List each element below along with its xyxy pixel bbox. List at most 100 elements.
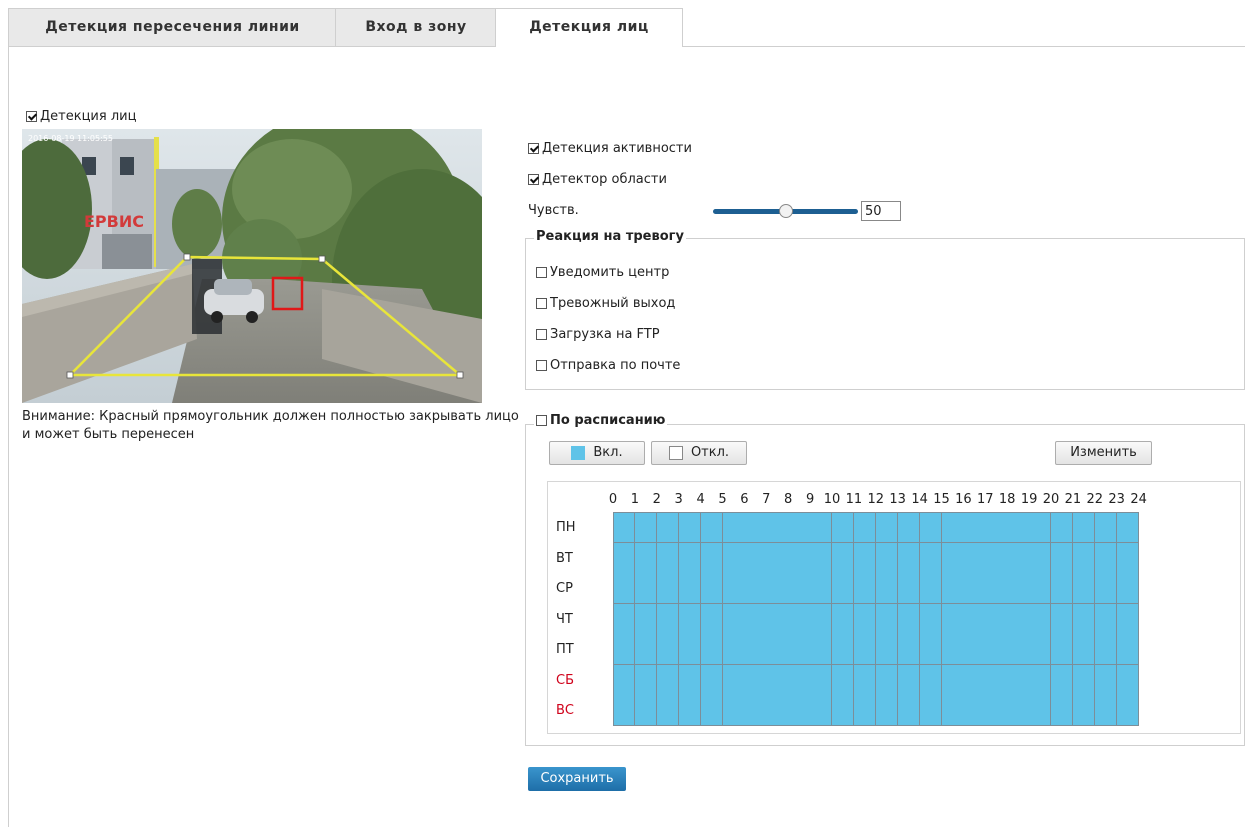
schedule-cell[interactable] <box>1029 542 1052 574</box>
schedule-cell[interactable] <box>941 634 964 665</box>
ftp-upload-checkbox[interactable] <box>536 329 547 340</box>
schedule-cell[interactable] <box>810 695 833 726</box>
alarm-output-checkbox[interactable] <box>536 298 547 309</box>
schedule-cell[interactable] <box>678 573 702 604</box>
schedule-cell[interactable] <box>722 603 745 635</box>
schedule-cell[interactable] <box>1116 695 1140 726</box>
schedule-cell[interactable] <box>1007 634 1030 665</box>
schedule-cell[interactable] <box>788 664 811 696</box>
schedule-cell[interactable] <box>963 512 986 543</box>
schedule-cell[interactable] <box>832 512 855 543</box>
camera-preview[interactable]: ЕРВИС 2016-08-19 11:05:55 <box>22 129 482 403</box>
schedule-checkbox[interactable] <box>536 415 547 426</box>
schedule-cell[interactable] <box>1116 512 1140 543</box>
alarm-output-option[interactable]: Тревожный выход <box>536 296 675 311</box>
schedule-cell[interactable] <box>1094 542 1118 574</box>
schedule-cell[interactable] <box>1007 512 1030 543</box>
schedule-cell[interactable] <box>656 512 680 543</box>
schedule-cell[interactable] <box>853 512 877 543</box>
schedule-cell[interactable] <box>853 695 877 726</box>
schedule-cell[interactable] <box>810 634 833 665</box>
schedule-cell[interactable] <box>919 634 942 665</box>
schedule-cell[interactable] <box>941 512 964 543</box>
schedule-cell[interactable] <box>1072 573 1096 604</box>
schedule-cell[interactable] <box>678 664 702 696</box>
schedule-cell[interactable] <box>875 603 899 635</box>
schedule-cell[interactable] <box>1116 664 1140 696</box>
schedule-cell[interactable] <box>613 634 636 665</box>
area-handle[interactable] <box>183 253 191 261</box>
schedule-cell[interactable] <box>788 542 811 574</box>
tab-line-crossing[interactable]: Детекция пересечения линии <box>8 8 337 46</box>
activity-detection-toggle[interactable]: Детекция активности <box>528 141 692 156</box>
schedule-cell[interactable] <box>788 512 811 543</box>
schedule-cell[interactable] <box>875 542 899 574</box>
schedule-cell[interactable] <box>1029 512 1052 543</box>
schedule-cell[interactable] <box>1072 512 1096 543</box>
schedule-cell[interactable] <box>875 634 899 665</box>
schedule-cell[interactable] <box>744 634 767 665</box>
schedule-cell[interactable] <box>1051 634 1074 665</box>
schedule-cell[interactable] <box>919 542 942 574</box>
schedule-cell[interactable] <box>1051 664 1074 696</box>
schedule-cell[interactable] <box>678 634 702 665</box>
notify-center-option[interactable]: Уведомить центр <box>536 265 669 280</box>
schedule-cell[interactable] <box>919 664 942 696</box>
schedule-cell[interactable] <box>1007 542 1030 574</box>
schedule-cell[interactable] <box>613 542 636 574</box>
schedule-cell[interactable] <box>897 603 921 635</box>
schedule-legend-toggle[interactable]: По расписанию <box>534 413 668 428</box>
schedule-cell[interactable] <box>744 512 767 543</box>
schedule-cell[interactable] <box>700 512 723 543</box>
schedule-cell[interactable] <box>656 664 680 696</box>
schedule-cell[interactable] <box>1094 603 1118 635</box>
schedule-cell[interactable] <box>897 695 921 726</box>
tab-zone-entry[interactable]: Вход в зону <box>335 8 497 46</box>
schedule-cell[interactable] <box>722 512 745 543</box>
schedule-cell[interactable] <box>700 542 723 574</box>
schedule-cell[interactable] <box>832 603 855 635</box>
schedule-cell[interactable] <box>1116 634 1140 665</box>
schedule-cell[interactable] <box>1094 512 1118 543</box>
schedule-cell[interactable] <box>700 634 723 665</box>
schedule-cell[interactable] <box>1116 603 1140 635</box>
schedule-cell[interactable] <box>941 573 964 604</box>
schedule-cell[interactable] <box>788 603 811 635</box>
schedule-cell[interactable] <box>1051 695 1074 726</box>
schedule-cell[interactable] <box>1029 695 1052 726</box>
schedule-cell[interactable] <box>744 664 767 696</box>
schedule-cell[interactable] <box>985 542 1008 574</box>
schedule-cell[interactable] <box>678 603 702 635</box>
schedule-cell[interactable] <box>853 634 877 665</box>
sensitivity-input[interactable]: 50 <box>861 201 901 221</box>
schedule-cell[interactable] <box>832 634 855 665</box>
schedule-cell[interactable] <box>875 573 899 604</box>
schedule-cell[interactable] <box>985 634 1008 665</box>
schedule-cell[interactable] <box>897 664 921 696</box>
schedule-cell[interactable] <box>1072 634 1096 665</box>
schedule-cell[interactable] <box>766 664 789 696</box>
schedule-on-button[interactable]: Вкл. <box>549 441 645 465</box>
schedule-cell[interactable] <box>1051 512 1074 543</box>
schedule-cell[interactable] <box>1029 573 1052 604</box>
schedule-cell[interactable] <box>744 573 767 604</box>
schedule-cell[interactable] <box>700 603 723 635</box>
schedule-cell[interactable] <box>1094 634 1118 665</box>
activity-detection-checkbox[interactable] <box>528 143 539 154</box>
schedule-cell[interactable] <box>941 603 964 635</box>
schedule-cell[interactable] <box>722 634 745 665</box>
face-detection-checkbox[interactable] <box>26 111 37 122</box>
schedule-cell[interactable] <box>832 695 855 726</box>
schedule-cell[interactable] <box>1007 695 1030 726</box>
schedule-cell[interactable] <box>897 542 921 574</box>
schedule-cell[interactable] <box>766 573 789 604</box>
schedule-cell[interactable] <box>634 634 658 665</box>
schedule-cell[interactable] <box>1072 664 1096 696</box>
schedule-cell[interactable] <box>853 603 877 635</box>
schedule-cell[interactable] <box>1094 573 1118 604</box>
schedule-cell[interactable] <box>634 512 658 543</box>
sensitivity-slider-handle[interactable] <box>778 204 793 218</box>
schedule-cell[interactable] <box>700 664 723 696</box>
schedule-cell[interactable] <box>788 634 811 665</box>
schedule-cell[interactable] <box>766 542 789 574</box>
